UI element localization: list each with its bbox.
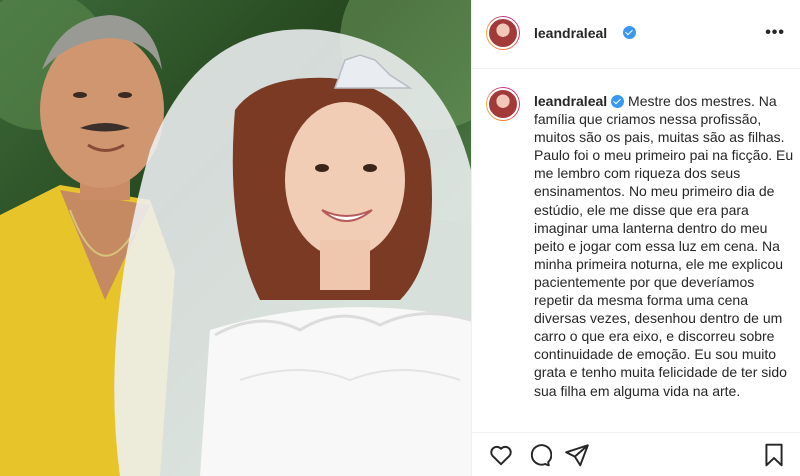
avatar[interactable]	[486, 16, 520, 50]
comment-icon[interactable]	[526, 442, 553, 468]
bookmark-icon[interactable]	[761, 442, 787, 468]
post-photo-illustration	[0, 0, 471, 476]
caption-area: leandraleal Mestre dos mestres. Na famíl…	[472, 69, 800, 433]
caption-username[interactable]: leandraleal	[534, 93, 607, 109]
heart-icon[interactable]	[488, 442, 514, 468]
post-actions	[472, 433, 800, 476]
share-icon[interactable]	[564, 442, 590, 468]
caption-avatar[interactable]	[486, 87, 520, 121]
more-options-icon[interactable]: •••	[765, 24, 785, 42]
post-side-panel: leandraleal ••• leandraleal Mestre dos m…	[471, 0, 800, 476]
header-username[interactable]: leandraleal	[534, 25, 607, 41]
verified-badge-icon	[623, 26, 636, 39]
caption-text: Mestre dos mestres. Na família que criam…	[534, 93, 794, 399]
post-caption: leandraleal Mestre dos mestres. Na famíl…	[534, 92, 796, 400]
post-header: leandraleal •••	[472, 0, 800, 69]
post-photo[interactable]	[0, 0, 471, 476]
caption-verified-badge-icon	[611, 95, 625, 108]
instagram-post: leandraleal ••• leandraleal Mestre dos m…	[0, 0, 800, 476]
